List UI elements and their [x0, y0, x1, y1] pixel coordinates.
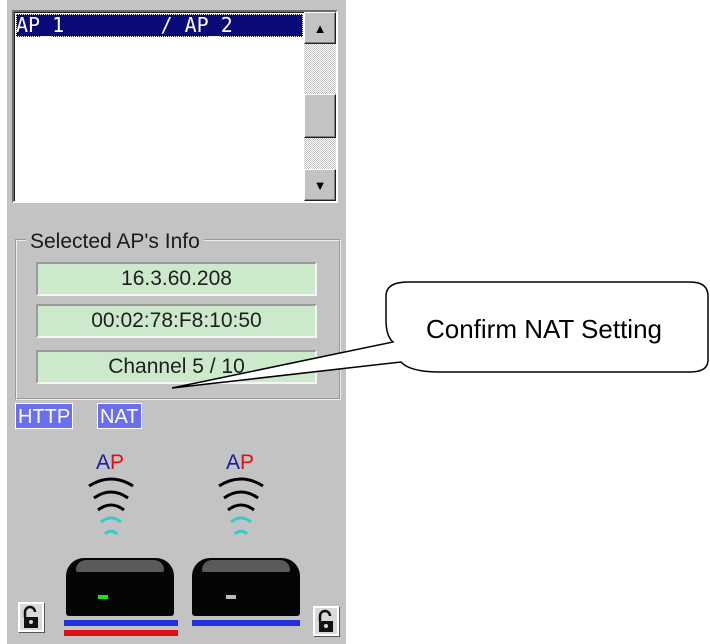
callout-text: Confirm NAT Setting — [425, 314, 662, 344]
